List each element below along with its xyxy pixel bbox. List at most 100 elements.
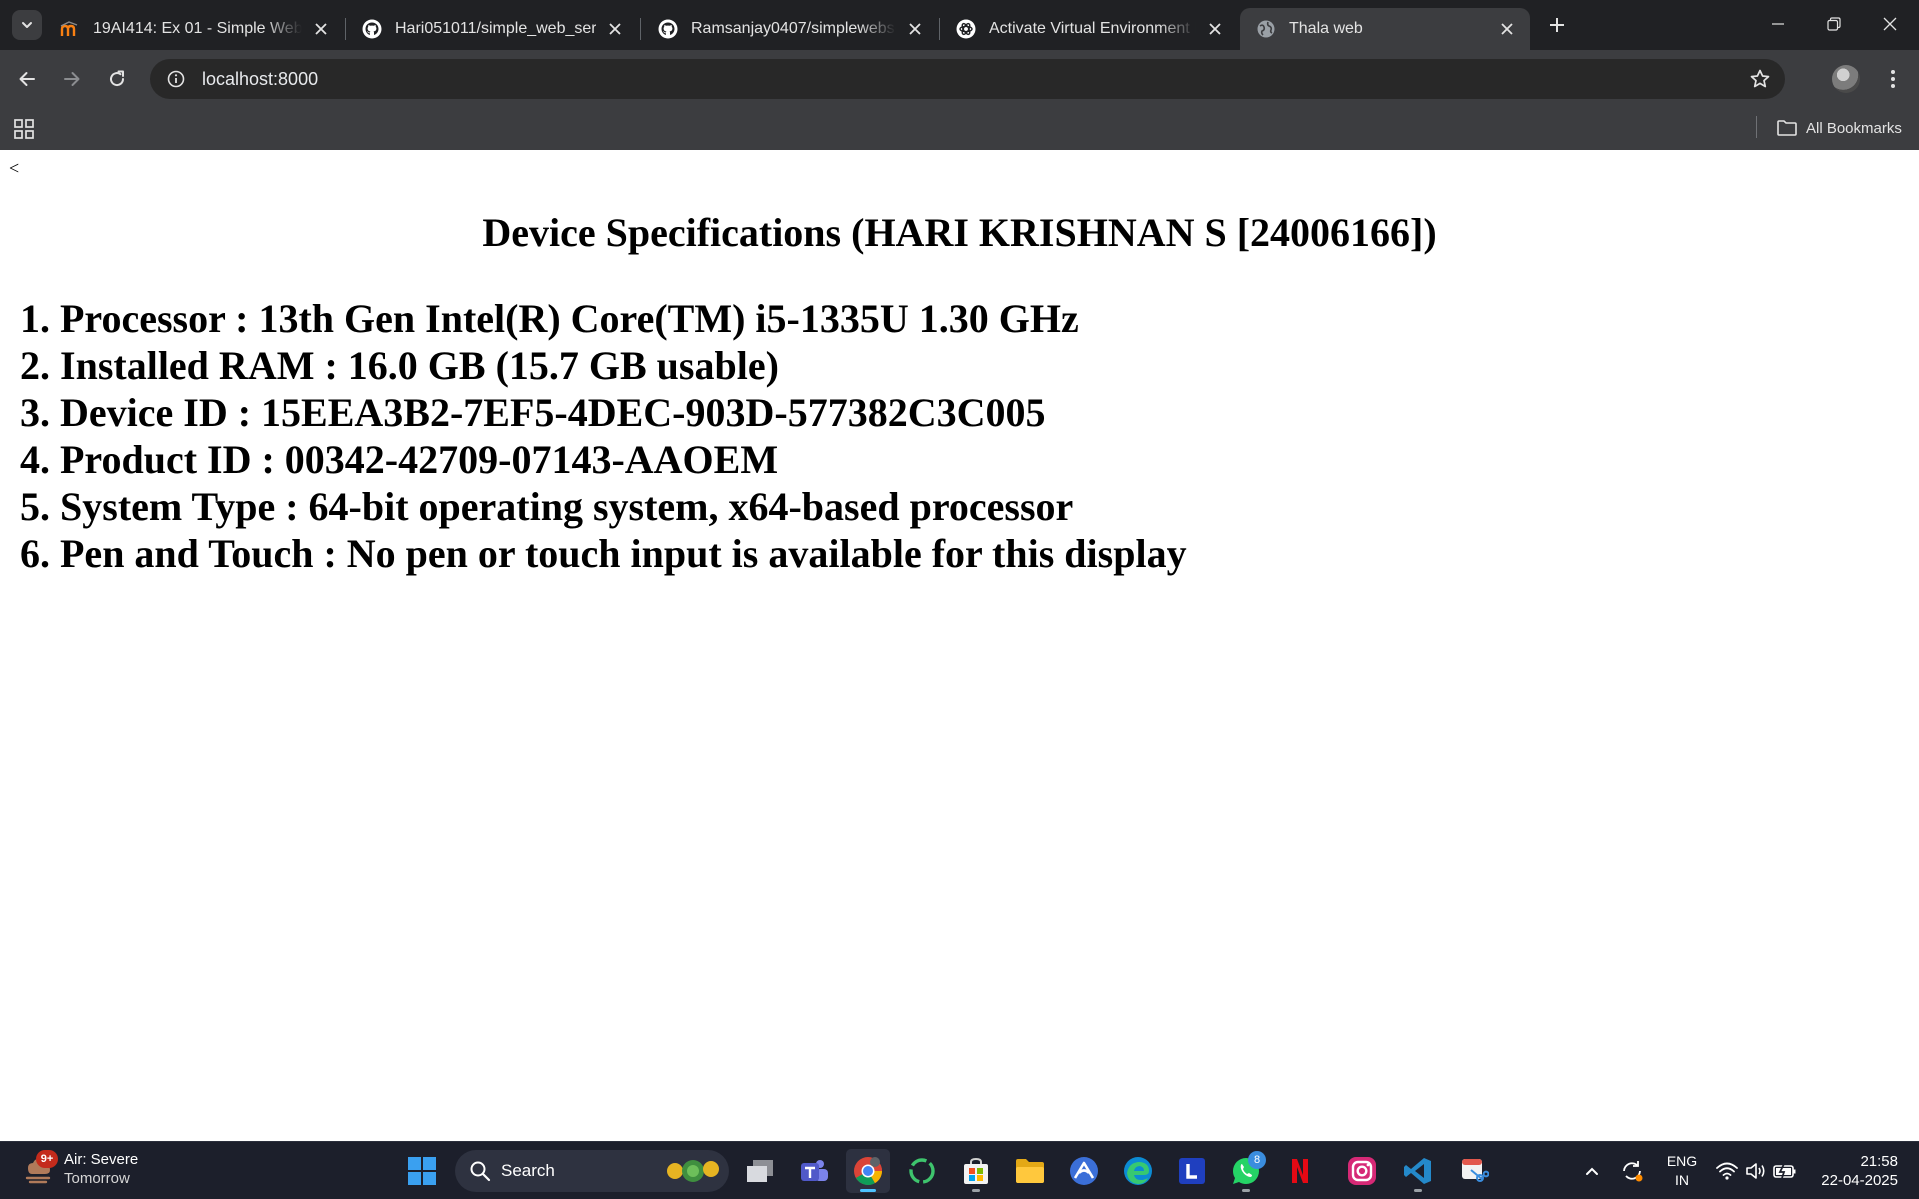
tab-title: Thala web <box>1289 20 1363 37</box>
close-tab-icon[interactable] <box>1496 18 1518 40</box>
globe-icon <box>1256 19 1276 39</box>
back-button[interactable] <box>9 61 45 97</box>
profile-avatar[interactable] <box>1832 65 1860 93</box>
folder-icon <box>1777 120 1797 136</box>
letter-l-icon <box>1179 1158 1205 1184</box>
minimize-button[interactable] <box>1750 0 1806 48</box>
minimize-icon <box>1772 23 1784 25</box>
teams-icon <box>801 1160 828 1181</box>
netflix-app[interactable] <box>1278 1149 1322 1193</box>
taskbar: 9+ Air: Severe Tomorrow Search 8 ENG IN … <box>0 1141 1919 1199</box>
more-vertical-icon <box>1891 70 1895 88</box>
weather-when: Tomorrow <box>64 1170 130 1187</box>
cycle-app[interactable] <box>900 1149 944 1193</box>
restore-button[interactable] <box>1806 0 1862 48</box>
reload-button[interactable] <box>99 61 135 97</box>
teams-app[interactable] <box>792 1149 836 1193</box>
spec-item-processor: 1. Processor : 13th Gen Intel(R) Core(TM… <box>20 296 1079 341</box>
bookmark-star-icon[interactable] <box>1749 68 1771 90</box>
restore-icon <box>1827 17 1841 31</box>
search-highlight-icon <box>667 1160 719 1182</box>
forward-button[interactable] <box>54 61 90 97</box>
windows-icon <box>408 1157 436 1185</box>
battery-charging-icon <box>1773 1163 1796 1179</box>
volume-button[interactable] <box>1744 1159 1768 1183</box>
browser-menu-button[interactable] <box>1880 64 1906 94</box>
circular-arrows-icon <box>909 1158 935 1184</box>
weather-status: Air: Severe <box>64 1151 139 1168</box>
close-tab-icon[interactable] <box>904 18 926 40</box>
wifi-icon <box>1716 1162 1738 1180</box>
netflix-icon <box>1292 1159 1308 1183</box>
tab-search-button[interactable] <box>12 10 42 40</box>
weather-widget[interactable]: 9+ Air: Severe Tomorrow <box>24 1150 138 1188</box>
wifi-status-button[interactable] <box>1715 1159 1739 1183</box>
arc-app[interactable] <box>1062 1149 1106 1193</box>
instagram-app[interactable] <box>1340 1149 1384 1193</box>
search-icon <box>470 1161 491 1182</box>
vscode-icon <box>1404 1158 1431 1184</box>
openai-icon <box>956 19 976 39</box>
page-title: Device Specifications (HARI KRISHNAN S [… <box>482 210 1437 255</box>
close-tab-icon[interactable] <box>1204 18 1226 40</box>
bookmarks-divider <box>1756 116 1757 138</box>
instagram-icon <box>1348 1157 1376 1185</box>
vscode-app[interactable] <box>1396 1149 1440 1193</box>
tab-strip: 19AI414: Ex 01 - Simple Webser Hari05101… <box>0 0 1919 50</box>
edge-icon <box>1124 1157 1152 1185</box>
start-button[interactable] <box>400 1149 444 1193</box>
tab-github-hari[interactable]: Hari051011/simple_web_server <box>346 8 638 50</box>
new-tab-button[interactable] <box>1542 10 1572 40</box>
system-clock[interactable]: 21:58 22-04-2025 <box>1812 1152 1898 1190</box>
tab-thala-web[interactable]: Thala web <box>1240 8 1530 50</box>
tab-title: 19AI414: Ex 01 - Simple Webser <box>93 20 302 37</box>
chevron-up-icon <box>1586 1167 1598 1175</box>
address-url: localhost:8000 <box>202 68 319 89</box>
tab-chatgpt[interactable]: Activate Virtual Environment Po <box>940 8 1238 50</box>
close-tab-icon[interactable] <box>604 18 626 40</box>
stray-text: < <box>9 158 20 178</box>
all-bookmarks-label: All Bookmarks <box>1806 119 1902 137</box>
chrome-icon <box>854 1157 882 1185</box>
arc-icon <box>1070 1157 1098 1185</box>
all-bookmarks-button[interactable]: All Bookmarks <box>1776 115 1902 141</box>
tab-github-ramsanjay[interactable]: Ramsanjay0407/simplewebserve <box>642 8 938 50</box>
show-hidden-icons-button[interactable] <box>1580 1159 1604 1183</box>
site-info-icon[interactable] <box>156 69 196 89</box>
file-explorer-app[interactable] <box>1008 1149 1052 1193</box>
clock-time: 21:58 <box>1860 1153 1898 1170</box>
close-icon <box>1883 17 1897 31</box>
chrome-app[interactable] <box>846 1149 890 1193</box>
browser-toolbar: localhost:8000 <box>0 50 1919 108</box>
l-app[interactable] <box>1170 1149 1214 1193</box>
close-window-button[interactable] <box>1862 0 1918 48</box>
spec-item-system-type: 5. System Type : 64-bit operating system… <box>20 484 1074 529</box>
air-quality-icon: 9+ <box>24 1150 58 1186</box>
github-icon <box>362 19 382 39</box>
sync-status-button[interactable] <box>1620 1159 1644 1183</box>
snipping-tool-icon <box>1462 1159 1489 1182</box>
spec-item-device-id: 3. Device ID : 15EEA3B2-7EF5-4DEC-903D-5… <box>20 390 1046 435</box>
github-icon <box>658 19 678 39</box>
arrow-right-icon <box>64 72 80 86</box>
whatsapp-app[interactable]: 8 <box>1224 1149 1268 1193</box>
taskbar-search-label: Search <box>501 1161 555 1180</box>
address-bar[interactable]: localhost:8000 <box>150 59 1785 99</box>
microsoft-store-app[interactable] <box>954 1149 998 1193</box>
spec-item-ram: 2. Installed RAM : 16.0 GB (15.7 GB usab… <box>20 343 779 388</box>
folder-icon <box>1016 1159 1044 1183</box>
apps-grid-icon[interactable] <box>12 117 36 141</box>
taskbar-search[interactable]: Search <box>455 1150 729 1192</box>
tab-moodle[interactable]: 19AI414: Ex 01 - Simple Webser <box>44 8 344 50</box>
edge-app[interactable] <box>1116 1149 1160 1193</box>
clock-date: 22-04-2025 <box>1821 1172 1898 1189</box>
battery-button[interactable] <box>1773 1159 1797 1183</box>
spec-list: 1. Processor : 13th Gen Intel(R) Core(TM… <box>20 295 1187 577</box>
task-view-button[interactable] <box>738 1149 782 1193</box>
language-indicator[interactable]: ENG IN <box>1664 1152 1700 1190</box>
spec-item-pen-touch: 6. Pen and Touch : No pen or touch input… <box>20 531 1187 576</box>
region-code: IN <box>1675 1172 1689 1188</box>
close-tab-icon[interactable] <box>310 18 332 40</box>
plus-icon <box>1550 18 1564 32</box>
snipping-tool-app[interactable] <box>1452 1149 1496 1193</box>
